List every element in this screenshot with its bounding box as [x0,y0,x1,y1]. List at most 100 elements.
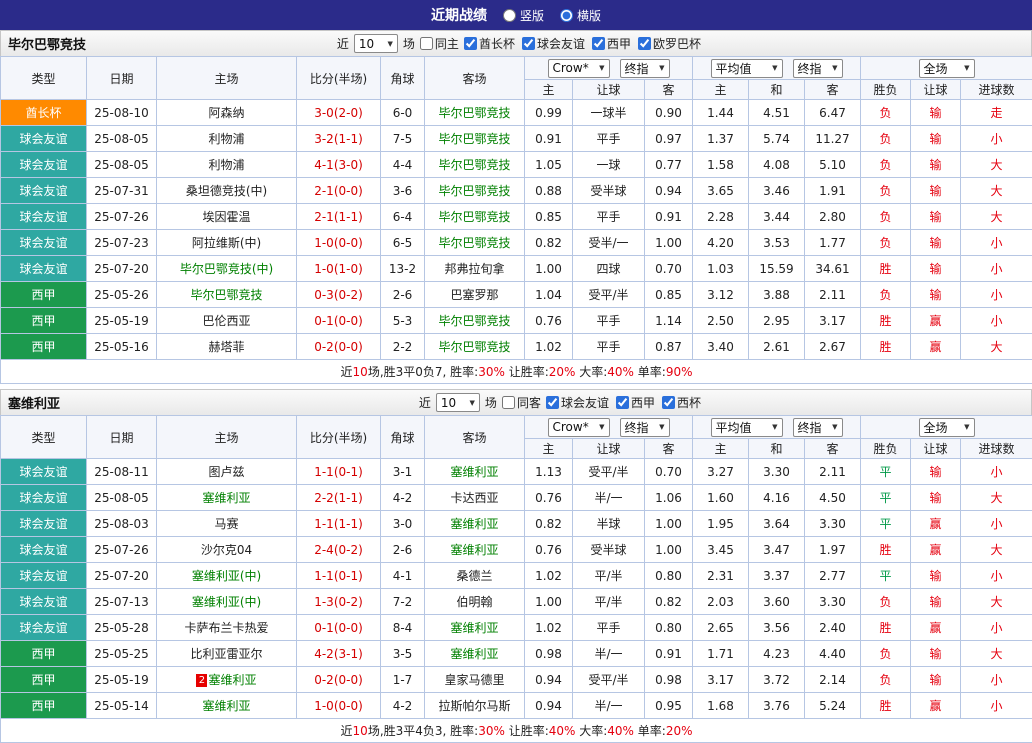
home-team-name[interactable]: 塞维利亚 [202,491,250,505]
league-filter-item[interactable]: 欧罗巴杯 [638,35,701,52]
col-odds-handicap: 让球 [573,439,645,459]
avg-draw-cell: 5.74 [749,126,805,152]
odds-home-cell: 0.76 [525,537,573,563]
odds-away-cell: 0.90 [645,100,693,126]
horizontal-view-radio[interactable] [560,9,573,22]
odds-handicap-cell: 受半/一 [573,230,645,256]
away-team-name[interactable]: 毕尔巴鄂竞技 [438,158,510,172]
league-badge: 西甲 [1,308,87,334]
away-team-name[interactable]: 毕尔巴鄂竞技 [438,106,510,120]
league-checkbox[interactable] [464,37,477,50]
home-team-name[interactable]: 塞维利亚 [202,699,250,713]
avg-home-cell: 3.12 [693,282,749,308]
corner-cell: 6-0 [381,100,425,126]
home-team-name[interactable]: 塞维利亚(中) [192,569,261,583]
same-venue-checkbox[interactable] [502,396,515,409]
summary-stat: 90% [666,365,693,379]
league-checkbox[interactable] [522,37,535,50]
col-handicap-result: 让球 [911,439,961,459]
away-team-name[interactable]: 塞维利亚 [450,543,498,557]
company-select[interactable]: Crow*▼ [548,418,610,437]
home-team-cell: 2塞维利亚 [157,667,297,693]
away-team-name: 拉斯帕尔马斯 [438,699,510,713]
summary-label: 大率: [575,365,607,379]
home-team-name[interactable]: 毕尔巴鄂竞技(中) [180,262,273,276]
same-venue-filter[interactable]: 同客 [502,394,541,411]
average-select[interactable]: 平均值▼ [711,418,783,437]
league-filter-item[interactable]: 西甲 [616,394,655,411]
full-match-select-group: 全场▼ [861,57,1032,80]
section-header-bar: 塞维利亚 近 10▼ 场 同客 球会友谊西甲西杯 [0,389,1032,415]
odds-handicap-cell: 半/一 [573,693,645,719]
away-team-name[interactable]: 毕尔巴鄂竞技 [438,340,510,354]
corner-cell: 4-2 [381,693,425,719]
match-row: 球会友谊25-07-20毕尔巴鄂竞技(中)1-0(1-0)13-2邦弗拉旬拿1.… [1,256,1032,282]
league-filter-item[interactable]: 西杯 [662,394,701,411]
corner-cell: 7-5 [381,126,425,152]
away-team-name[interactable]: 塞维利亚 [450,647,498,661]
average-final-select[interactable]: 终指▼ [793,418,843,437]
avg-draw-cell: 3.53 [749,230,805,256]
league-filter-item[interactable]: 球会友谊 [522,35,585,52]
match-date: 25-08-05 [87,152,157,178]
score-cell: 1-1(1-1) [297,511,381,537]
odds-handicap-cell: 平手 [573,615,645,641]
avg-home-cell: 3.17 [693,667,749,693]
away-team-name[interactable]: 毕尔巴鄂竞技 [438,184,510,198]
league-checkbox[interactable] [662,396,675,409]
league-filter-item[interactable]: 西甲 [592,35,631,52]
match-date: 25-05-28 [87,615,157,641]
odds-home-cell: 0.94 [525,667,573,693]
away-team-name[interactable]: 塞维利亚 [450,621,498,635]
odds-home-cell: 0.91 [525,126,573,152]
home-team-name[interactable]: 塞维利亚(中) [192,595,261,609]
odds-home-cell: 0.82 [525,511,573,537]
recent-count-select[interactable]: 10▼ [354,34,398,53]
league-checkbox[interactable] [616,396,629,409]
odds-final-select[interactable]: 终指▼ [620,59,670,78]
view-option-vertical[interactable]: 竖版 [503,7,544,24]
league-filter-label: 酋长杯 [479,35,515,52]
home-team-cell: 毕尔巴鄂竞技 [157,282,297,308]
away-team-name[interactable]: 毕尔巴鄂竞技 [438,210,510,224]
company-select[interactable]: Crow*▼ [548,59,610,78]
away-team-name[interactable]: 塞维利亚 [450,517,498,531]
full-match-select[interactable]: 全场▼ [919,59,975,78]
league-checkbox[interactable] [592,37,605,50]
summary-label: 场,胜3平4负3, 胜率: [368,724,478,738]
average-select[interactable]: 平均值▼ [711,59,783,78]
recent-count-select[interactable]: 10▼ [436,393,480,412]
away-team-cell: 塞维利亚 [425,641,525,667]
full-match-select[interactable]: 全场▼ [919,418,975,437]
col-avg-draw: 和 [749,439,805,459]
away-team-name[interactable]: 塞维利亚 [450,465,498,479]
home-team-name[interactable]: 毕尔巴鄂竞技 [190,288,262,302]
odds-handicap-cell: 一球 [573,152,645,178]
chevron-down-icon: ▼ [599,64,604,72]
same-venue-filter[interactable]: 同主 [420,35,459,52]
home-team-cell: 阿拉维斯(中) [157,230,297,256]
view-option-horizontal[interactable]: 横版 [560,7,601,24]
away-team-name[interactable]: 毕尔巴鄂竞技 [438,314,510,328]
league-checkbox[interactable] [546,396,559,409]
home-team-cell: 塞维利亚(中) [157,589,297,615]
col-odds-home: 主 [525,80,573,100]
odds-final-select[interactable]: 终指▼ [620,418,670,437]
avg-draw-cell: 3.72 [749,667,805,693]
col-type: 类型 [1,416,87,459]
avg-home-cell: 1.03 [693,256,749,282]
chevron-down-icon: ▼ [772,423,777,431]
away-team-cell: 伯明翰 [425,589,525,615]
handicap-result-cell: 赢 [911,615,961,641]
same-venue-checkbox[interactable] [420,37,433,50]
away-team-name[interactable]: 毕尔巴鄂竞技 [438,236,510,250]
home-team-name[interactable]: 塞维利亚 [208,673,256,687]
league-filter-label: 西杯 [677,394,701,411]
vertical-view-radio[interactable] [503,9,516,22]
league-filter-item[interactable]: 球会友谊 [546,394,609,411]
league-filter-item[interactable]: 酋长杯 [464,35,515,52]
league-checkbox[interactable] [638,37,651,50]
away-team-name[interactable]: 毕尔巴鄂竞技 [438,132,510,146]
average-final-select[interactable]: 终指▼ [793,59,843,78]
match-row: 球会友谊25-08-03马赛1-1(1-1)3-0塞维利亚0.82半球1.001… [1,511,1032,537]
